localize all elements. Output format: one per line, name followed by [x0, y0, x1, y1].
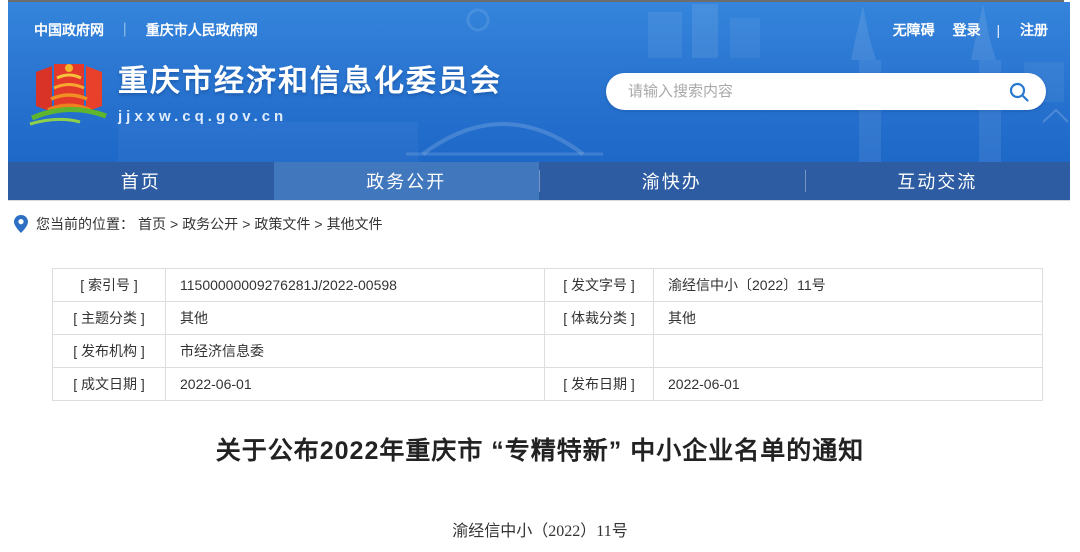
search-box	[606, 73, 1046, 110]
top-bar: 中国政府网 ｜ 重庆市人民政府网 无障碍 登录 | 注册	[8, 20, 1070, 42]
meta-label-doc-symbol: [ 发文字号 ]	[545, 269, 654, 302]
meta-value-index-no: 11500000009276281J/2022-00598	[166, 269, 545, 302]
meta-label-index-no: [ 索引号 ]	[53, 269, 166, 302]
meta-value-empty	[654, 335, 1043, 368]
login-link[interactable]: 登录	[953, 22, 981, 38]
top-bar-left: 中国政府网 ｜ 重庆市人民政府网	[34, 20, 258, 42]
nav-tab-yukuaiban[interactable]: 渝快办	[539, 162, 805, 200]
site-brand: 重庆市经济和信息化委员会 jjxxw.cq.gov.cn	[28, 54, 502, 140]
page-title: 关于公布2022年重庆市 “专精特新” 中小企业名单的通知	[0, 431, 1080, 467]
meta-value-topic-class: 其他	[166, 302, 545, 335]
page: 中国政府网 ｜ 重庆市人民政府网 无障碍 登录 | 注册	[0, 0, 1080, 552]
breadcrumb: 您当前的位置： 首页 > 政务公开 > 政策文件 > 其他文件	[0, 200, 1080, 234]
meta-value-issuing-org: 市经济信息委	[166, 335, 545, 368]
window-top-edge	[8, 0, 1064, 2]
register-link[interactable]: 注册	[1020, 22, 1048, 38]
table-row: [ 主题分类 ] 其他 [ 体裁分类 ] 其他	[53, 302, 1043, 335]
top-bar-right: 无障碍 登录 | 注册	[879, 20, 1048, 42]
meta-label-written-date: [ 成文日期 ]	[53, 368, 166, 401]
site-logo-icon[interactable]	[28, 56, 110, 140]
link-chongqing-gov[interactable]: 重庆市人民政府网	[146, 22, 258, 38]
meta-label-topic-class: [ 主题分类 ]	[53, 302, 166, 335]
search-icon[interactable]	[1008, 81, 1030, 103]
breadcrumb-separator: >	[314, 216, 322, 232]
link-china-gov[interactable]: 中国政府网	[34, 22, 104, 38]
nav-tab-home[interactable]: 首页	[8, 162, 274, 200]
site-title: 重庆市经济和信息化委员会	[118, 62, 502, 102]
breadcrumb-gov-info[interactable]: 政务公开	[182, 214, 238, 234]
meta-label-empty	[545, 335, 654, 368]
site-url: jjxxw.cq.gov.cn	[118, 108, 502, 125]
nav-tab-gov-info[interactable]: 政务公开	[274, 162, 540, 200]
breadcrumb-separator: >	[242, 216, 250, 232]
search-input[interactable]	[606, 83, 1008, 100]
breadcrumb-other-files[interactable]: 其他文件	[327, 214, 383, 234]
doc-meta-table: [ 索引号 ] 11500000009276281J/2022-00598 [ …	[52, 268, 1043, 401]
breadcrumb-home[interactable]: 首页	[138, 214, 166, 234]
location-pin-icon	[14, 215, 28, 233]
main-nav: 首页 政务公开 渝快办 互动交流	[8, 162, 1070, 200]
top-bar-separator: ｜	[118, 22, 132, 38]
table-row: [ 成文日期 ] 2022-06-01 [ 发布日期 ] 2022-06-01	[53, 368, 1043, 401]
meta-value-doc-symbol: 渝经信中小〔2022〕11号	[654, 269, 1043, 302]
accessibility-link[interactable]: 无障碍	[893, 22, 935, 38]
breadcrumb-policy-files[interactable]: 政策文件	[254, 214, 310, 234]
site-header: 中国政府网 ｜ 重庆市人民政府网 无障碍 登录 | 注册	[8, 2, 1070, 162]
brand-text: 重庆市经济和信息化委员会 jjxxw.cq.gov.cn	[118, 54, 502, 125]
login-register-divider: |	[996, 22, 1000, 38]
doc-number: 渝经信中小（2022）11号	[0, 517, 1080, 541]
table-row: [ 发布机构 ] 市经济信息委	[53, 335, 1043, 368]
meta-value-publish-date: 2022-06-01	[654, 368, 1043, 401]
meta-label-publish-date: [ 发布日期 ]	[545, 368, 654, 401]
breadcrumb-prefix: 您当前的位置：	[36, 214, 134, 234]
meta-value-written-date: 2022-06-01	[166, 368, 545, 401]
meta-label-genre-class: [ 体裁分类 ]	[545, 302, 654, 335]
table-row: [ 索引号 ] 11500000009276281J/2022-00598 [ …	[53, 269, 1043, 302]
nav-tab-interaction[interactable]: 互动交流	[805, 162, 1071, 200]
meta-value-genre-class: 其他	[654, 302, 1043, 335]
breadcrumb-separator: >	[170, 216, 178, 232]
meta-label-issuing-org: [ 发布机构 ]	[53, 335, 166, 368]
